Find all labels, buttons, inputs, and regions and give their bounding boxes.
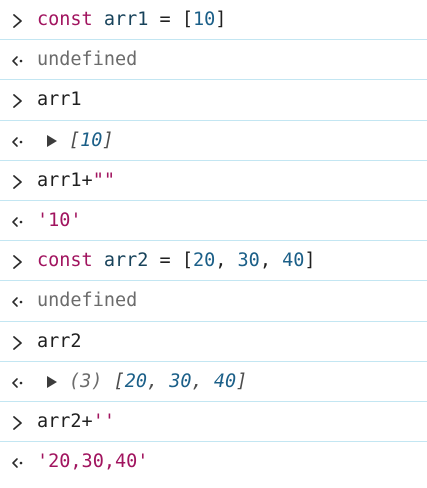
chevron-right-icon bbox=[11, 174, 25, 190]
console-output-row: undefined bbox=[0, 40, 427, 81]
string-token: "" bbox=[92, 169, 115, 191]
console-input-code: const arr2 = [20, 30, 40] bbox=[37, 250, 316, 272]
console-input-row[interactable]: arr1 bbox=[0, 80, 427, 121]
array-separator: , bbox=[191, 370, 214, 392]
array-length: (3) bbox=[69, 370, 103, 392]
array-number: 10 bbox=[80, 129, 103, 151]
variable-token: arr2 bbox=[103, 250, 149, 272]
operator-token: = [ bbox=[148, 9, 193, 30]
chevron-right-icon bbox=[11, 93, 25, 109]
number-token: 40 bbox=[282, 250, 305, 272]
console-output-row: undefined bbox=[0, 281, 427, 322]
bracket-token: ] bbox=[215, 9, 227, 30]
console-input-row[interactable]: arr2+'' bbox=[0, 402, 427, 443]
return-arrow-icon bbox=[11, 455, 25, 471]
array-number: 30 bbox=[169, 370, 192, 392]
console-output-value: undefined bbox=[37, 290, 138, 312]
console-input-code: const arr1 = [10] bbox=[37, 9, 226, 31]
string-token: '' bbox=[92, 410, 115, 432]
console-output-row: '20,30,40' bbox=[0, 442, 427, 482]
console-input-row[interactable]: const arr1 = [10] bbox=[0, 0, 427, 41]
console-output-array[interactable]: (3) [20, 30, 40] bbox=[37, 371, 247, 393]
bracket-token: ] bbox=[304, 250, 316, 272]
number-token: 20 bbox=[192, 250, 216, 272]
return-arrow-icon bbox=[11, 294, 25, 310]
array-preview: [10] bbox=[69, 130, 114, 151]
array-number: 40 bbox=[213, 370, 237, 392]
array-bracket: ] bbox=[236, 370, 248, 392]
console-output-row: [10] bbox=[0, 121, 427, 161]
console-output-array[interactable]: [10] bbox=[37, 130, 114, 152]
number-token: 30 bbox=[237, 250, 260, 272]
separator-token: , bbox=[215, 250, 238, 272]
console-panel: const arr1 = [10] undefined arr1 [10] ar… bbox=[0, 0, 427, 488]
console-input-row[interactable]: const arr2 = [20, 30, 40] bbox=[0, 241, 427, 282]
console-input-row[interactable]: arr1+"" bbox=[0, 161, 427, 201]
return-arrow-icon bbox=[11, 375, 25, 391]
number-token: 10 bbox=[192, 9, 216, 30]
keyword-token: const bbox=[37, 250, 93, 272]
console-input-code: arr1+"" bbox=[37, 170, 115, 192]
triangle-right-icon[interactable] bbox=[47, 134, 57, 147]
console-input-code: arr2 bbox=[37, 330, 82, 352]
array-preview: [20, 30, 40] bbox=[114, 371, 248, 392]
expression-token: arr1+ bbox=[37, 169, 93, 191]
console-output-value: '10' bbox=[37, 209, 82, 231]
array-bracket: ] bbox=[102, 129, 114, 151]
console-output-value: '20,30,40' bbox=[37, 451, 149, 473]
chevron-right-icon bbox=[11, 415, 25, 431]
console-input-row[interactable]: arr2 bbox=[0, 322, 427, 362]
variable-token: arr1 bbox=[103, 9, 149, 30]
console-output-value: undefined bbox=[37, 49, 138, 71]
console-output-row: '10' bbox=[0, 201, 427, 242]
return-arrow-icon bbox=[11, 53, 25, 69]
return-arrow-icon bbox=[11, 214, 25, 230]
expression-token: arr2+ bbox=[37, 410, 93, 432]
keyword-token: const bbox=[37, 9, 93, 30]
console-output-row: (3) [20, 30, 40] bbox=[0, 362, 427, 402]
console-input-code: arr1 bbox=[37, 89, 82, 111]
array-bracket: [ bbox=[69, 129, 81, 151]
triangle-right-icon[interactable] bbox=[47, 375, 57, 388]
console-input-code: arr2+'' bbox=[37, 411, 115, 433]
array-separator: , bbox=[146, 370, 170, 392]
chevron-right-icon bbox=[11, 335, 25, 351]
chevron-right-icon bbox=[11, 13, 25, 29]
chevron-right-icon bbox=[11, 254, 25, 270]
array-number: 20 bbox=[124, 370, 147, 392]
array-bracket: [ bbox=[113, 370, 125, 392]
return-arrow-icon bbox=[11, 134, 25, 150]
operator-token: = [ bbox=[148, 250, 193, 272]
separator-token: , bbox=[259, 250, 283, 272]
